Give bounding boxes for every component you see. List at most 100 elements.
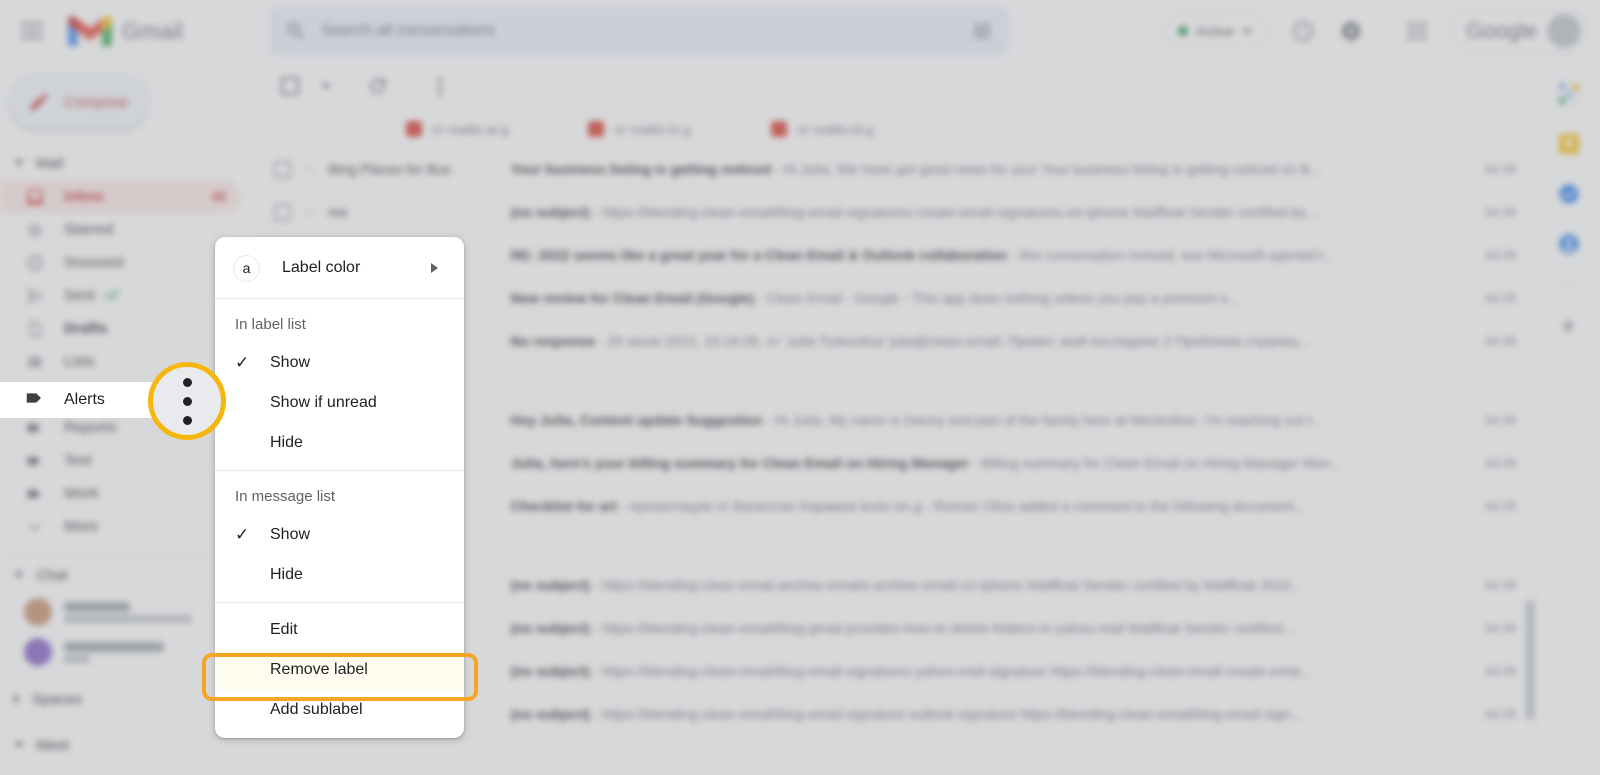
chat-contact-text bbox=[64, 601, 192, 623]
gear-icon[interactable] bbox=[1329, 9, 1373, 53]
row-subject: Hey Julia, Content update Suggestion - H… bbox=[510, 412, 1324, 428]
google-tasks-icon[interactable] bbox=[1557, 182, 1581, 206]
top-header: Gmail Active bbox=[0, 0, 1600, 62]
tab-item[interactable]: от mailto.to.g bbox=[588, 121, 691, 137]
menu-item-label: Show bbox=[270, 354, 311, 371]
table-row[interactable]: ☆ me (no subject) - https://blending-cle… bbox=[256, 191, 1536, 234]
sidebar-item-snoozed[interactable]: Snoozed bbox=[0, 246, 240, 279]
row-sender: Bing Places for Bus bbox=[328, 161, 451, 177]
chevron-down-icon bbox=[14, 572, 24, 578]
sent-double-check-icon bbox=[103, 287, 123, 305]
row-subject: (no subject) - https://blending-clean-em… bbox=[510, 577, 1303, 593]
check-icon: ✓ bbox=[235, 353, 250, 372]
google-contacts-icon[interactable] bbox=[1557, 232, 1581, 256]
row-date: Jul 26 bbox=[1483, 707, 1516, 721]
send-icon bbox=[24, 285, 46, 307]
menu-item-edit[interactable]: Edit bbox=[215, 610, 464, 650]
search-options-icon[interactable] bbox=[971, 20, 993, 42]
row-sender: me bbox=[328, 204, 348, 220]
menu-item-label: Remove label bbox=[270, 661, 368, 678]
sidebar-item-starred[interactable]: Starred bbox=[0, 213, 240, 246]
sidebar-item-more[interactable]: More bbox=[0, 510, 240, 543]
menu-item-label: Show if unread bbox=[270, 394, 377, 411]
gmail-app-window: Gmail Active bbox=[0, 0, 1600, 775]
sidebar-item-test[interactable]: Test bbox=[0, 444, 240, 477]
avatar[interactable] bbox=[1547, 14, 1581, 48]
plus-icon[interactable]: + bbox=[1561, 313, 1576, 339]
row-subject: (no subject) - https://blending-clean-em… bbox=[510, 706, 1302, 722]
apps-grid-icon[interactable] bbox=[1395, 9, 1439, 53]
sidebar-group-label: Spaces bbox=[32, 690, 83, 708]
sidebar-item-drafts[interactable]: Drafts bbox=[0, 312, 240, 345]
menu-item-add-sublabel[interactable]: Add sublabel bbox=[215, 690, 464, 730]
brand-name: Gmail bbox=[122, 17, 184, 44]
label-color-swatch-icon: a bbox=[233, 254, 260, 282]
menu-item-label-list-show-if-unread[interactable]: Show if unread bbox=[215, 383, 464, 423]
more-options-icon[interactable] bbox=[420, 66, 460, 106]
compose-button[interactable]: Compose bbox=[10, 74, 148, 130]
sidebar-item-label: Starred bbox=[64, 221, 114, 238]
star-icon[interactable]: ☆ bbox=[303, 160, 316, 178]
select-all-checkbox-icon[interactable] bbox=[270, 66, 310, 106]
menu-divider bbox=[215, 470, 464, 471]
sidebar-group-label: Mail bbox=[36, 154, 64, 172]
chevron-down-icon bbox=[24, 516, 46, 538]
chevron-right-icon bbox=[431, 263, 438, 273]
menu-item-label-list-show[interactable]: ✓ Show bbox=[215, 343, 464, 383]
draft-icon bbox=[24, 318, 46, 340]
sidebar-item-label: Lists bbox=[64, 353, 95, 370]
gmail-logo-icon bbox=[68, 16, 112, 47]
menu-item-label: Hide bbox=[270, 434, 303, 451]
sidebar-group-mail[interactable]: Mail bbox=[0, 146, 256, 180]
menu-item-label: Show bbox=[270, 526, 311, 543]
table-row[interactable]: ☆ Bing Places for Bus Your business list… bbox=[256, 148, 1536, 191]
menu-item-remove-label[interactable]: Remove label bbox=[215, 650, 464, 690]
search-input[interactable] bbox=[321, 22, 972, 40]
brand: Gmail bbox=[68, 14, 183, 48]
lists-icon bbox=[24, 351, 46, 373]
mail-list-scrollbar[interactable] bbox=[1526, 600, 1534, 720]
row-checkbox[interactable] bbox=[274, 203, 291, 221]
avatar bbox=[24, 598, 52, 626]
hamburger-menu-icon[interactable] bbox=[8, 7, 56, 55]
more-options-icon[interactable] bbox=[148, 362, 226, 440]
sidebar-item-label: More bbox=[64, 518, 99, 535]
select-all-chevron-down-icon[interactable] bbox=[316, 66, 336, 106]
compose-label: Compose bbox=[64, 93, 129, 111]
google-keep-icon[interactable] bbox=[1557, 132, 1581, 156]
row-date: Jul 26 bbox=[1483, 162, 1516, 176]
menu-item-message-list-show[interactable]: ✓ Show bbox=[215, 515, 464, 555]
sidebar-group-label: Meet bbox=[36, 736, 70, 754]
menu-item-label-color[interactable]: a Label color bbox=[215, 245, 464, 291]
sidebar-item-inbox[interactable]: Inbox 43 bbox=[0, 180, 240, 213]
star-icon bbox=[24, 219, 46, 241]
row-date: Jul 26 bbox=[1483, 499, 1516, 513]
row-subject: (no subject) - https://blending-clean-em… bbox=[510, 620, 1295, 636]
google-calendar-icon[interactable]: 31 bbox=[1557, 82, 1581, 106]
menu-item-message-list-hide[interactable]: Hide bbox=[215, 555, 464, 595]
sidebar-item-sent[interactable]: Sent bbox=[0, 279, 240, 312]
mail-list-tabstrip: от mailto.at.g от mailto.to.g от mailto.… bbox=[256, 110, 1536, 148]
tab-item[interactable]: от mailto.at.g bbox=[406, 121, 508, 137]
row-checkbox[interactable] bbox=[274, 160, 291, 178]
sidebar-item-work[interactable]: Work bbox=[0, 477, 240, 510]
status-chip[interactable]: Active bbox=[1162, 14, 1268, 48]
row-subject: Your business listing is getting noticed… bbox=[510, 161, 1322, 177]
row-date: Jul 26 bbox=[1483, 205, 1516, 219]
row-subject: New review for Clean Email (Google) - Cl… bbox=[510, 290, 1240, 306]
row-date: Jul 26 bbox=[1483, 291, 1516, 305]
tab-item[interactable]: от mailto.bt.g bbox=[770, 121, 873, 137]
sidebar-item-label: Alerts bbox=[64, 391, 105, 408]
search-bar[interactable] bbox=[269, 7, 1010, 55]
google-account-chip[interactable]: Google bbox=[1451, 9, 1588, 53]
menu-section-in-message-list: In message list bbox=[235, 488, 336, 505]
menu-divider bbox=[215, 602, 464, 603]
menu-section-in-label-list: In label list bbox=[235, 316, 306, 333]
star-icon[interactable]: ☆ bbox=[303, 203, 316, 221]
menu-item-label: Add sublabel bbox=[270, 701, 363, 718]
refresh-icon[interactable] bbox=[358, 66, 398, 106]
menu-item-label-list-hide[interactable]: Hide bbox=[215, 423, 464, 463]
row-date: Jul 26 bbox=[1483, 578, 1516, 592]
help-circle-icon[interactable]: ? bbox=[1281, 9, 1325, 53]
label-tag-icon bbox=[24, 417, 46, 439]
